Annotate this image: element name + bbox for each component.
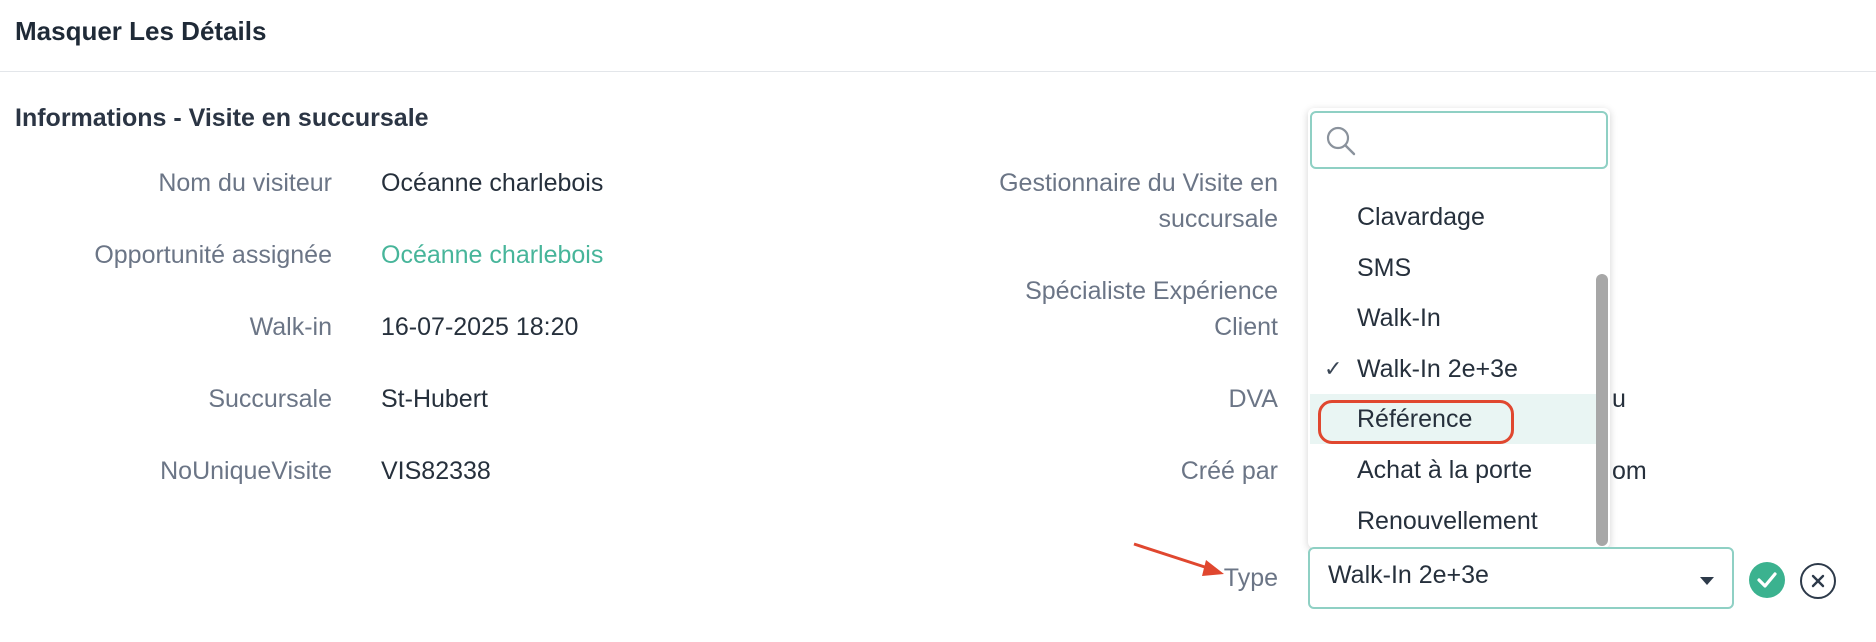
- cancel-x-icon: [1811, 574, 1825, 588]
- option-label: Walk-In 2e+3e: [1357, 355, 1518, 383]
- visitor-name-value: Océanne charlebois: [381, 169, 604, 197]
- option-clavardage[interactable]: Clavardage: [1310, 192, 1600, 242]
- created-by-label: Créé par: [1180, 457, 1278, 485]
- option-achat-a-la-porte[interactable]: Achat à la porte: [1310, 445, 1600, 495]
- branch-manager-label-line2: succursale: [1158, 205, 1279, 233]
- hide-details-toggle[interactable]: Masquer Les Détails: [15, 16, 266, 47]
- section-title: Informations - Visite en succursale: [15, 104, 429, 132]
- cx-specialist-label-line2: Client: [1214, 313, 1278, 341]
- dropdown-search-input[interactable]: [1364, 123, 1594, 157]
- option-label: Walk-In: [1357, 304, 1441, 332]
- visitor-name-label: Nom du visiteur: [158, 169, 332, 197]
- dropdown-options-list[interactable]: Clavardage SMS Walk-In ✓ Walk-In 2e+3e R…: [1310, 170, 1600, 546]
- option-label: Clavardage: [1357, 203, 1485, 231]
- option-label: Achat à la porte: [1357, 456, 1533, 484]
- assigned-opportunity-label: Opportunité assignée: [94, 241, 332, 269]
- check-icon: ✓: [1324, 356, 1343, 381]
- confirm-check-icon: [1757, 572, 1777, 588]
- type-select[interactable]: Walk-In 2e+3e: [1308, 547, 1734, 609]
- branch-label: Succursale: [208, 385, 332, 413]
- search-icon: [1326, 126, 1356, 156]
- details-header: Masquer Les Détails: [0, 0, 1876, 72]
- dropdown-scrollbar[interactable]: [1596, 170, 1608, 546]
- branch-value: St-Hubert: [381, 385, 488, 413]
- option-label: Référence: [1357, 405, 1473, 433]
- dropdown-search-box[interactable]: [1310, 111, 1608, 169]
- walk-in-label: Walk-in: [249, 313, 332, 341]
- option-walk-in-2e3e[interactable]: ✓ Walk-In 2e+3e: [1310, 344, 1600, 394]
- walk-in-value: 16-07-2025 18:20: [381, 313, 579, 341]
- option-renouvellement[interactable]: Renouvellement: [1310, 496, 1600, 546]
- option-label: Renouvellement: [1357, 507, 1538, 535]
- branch-manager-label-line1: Gestionnaire du Visite en: [999, 169, 1278, 197]
- option-reference[interactable]: Référence: [1310, 394, 1600, 444]
- assigned-opportunity-link[interactable]: Océanne charlebois: [381, 237, 603, 273]
- created-by-value-partial: om: [1612, 457, 1647, 485]
- cancel-button[interactable]: [1800, 563, 1836, 599]
- cx-specialist-label-line1: Spécialiste Expérience: [1025, 277, 1278, 305]
- dva-label: DVA: [1228, 385, 1278, 413]
- option-label: SMS: [1357, 254, 1412, 282]
- visit-id-label: NoUniqueVisite: [160, 457, 332, 485]
- annotation-arrow-icon: [1133, 542, 1224, 576]
- option-walk-in[interactable]: Walk-In: [1310, 293, 1600, 343]
- confirm-button[interactable]: [1749, 562, 1785, 598]
- type-select-value: Walk-In 2e+3e: [1328, 561, 1489, 589]
- dva-value-partial: u: [1612, 385, 1626, 413]
- visit-id-value: VIS82338: [381, 457, 491, 485]
- type-dropdown-menu: Clavardage SMS Walk-In ✓ Walk-In 2e+3e R…: [1308, 108, 1610, 548]
- caret-down-icon: [1700, 577, 1714, 585]
- option-sms[interactable]: SMS: [1310, 243, 1600, 293]
- dropdown-scrollbar-thumb[interactable]: [1596, 274, 1608, 546]
